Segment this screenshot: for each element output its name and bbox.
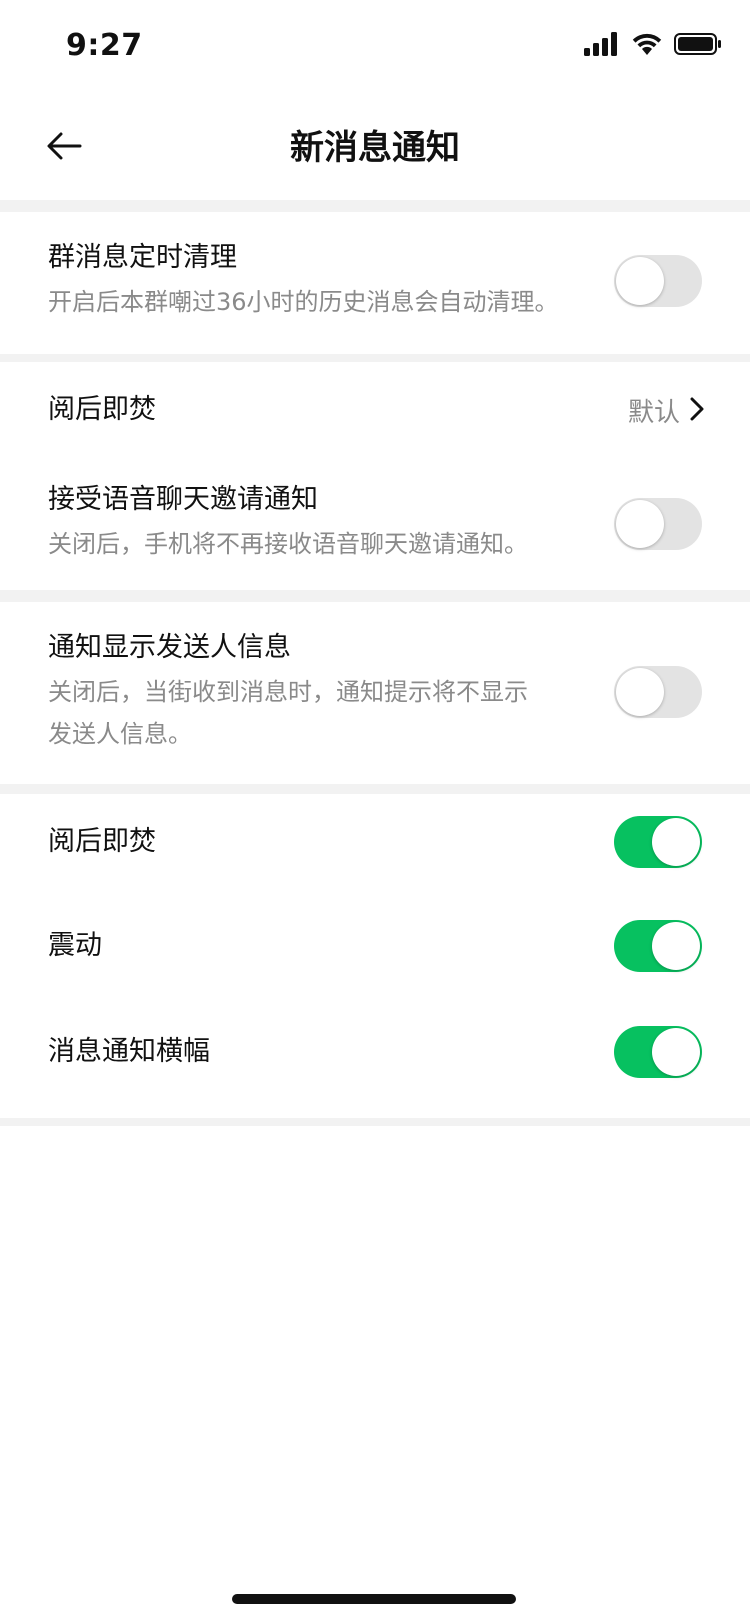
row-subtitle-line-1: 关闭后，当街收到消息时，通知提示将不显示 — [48, 678, 528, 706]
row-title: 阅后即焚 — [48, 826, 156, 857]
setting-row-group-clean: 群消息定时清理 开启后本群嘲过36小时的历史消息会自动清理。 — [0, 212, 750, 354]
row-title: 阅后即焚 — [48, 394, 156, 425]
section-divider — [0, 354, 750, 362]
notification-banner-toggle[interactable] — [614, 1026, 702, 1078]
setting-row-banner: 消息通知横幅 — [0, 1000, 750, 1118]
row-subtitle: 开启后本群嘲过36小时的历史消息会自动清理。 — [48, 288, 559, 316]
page-title: 新消息通知 — [290, 128, 460, 168]
status-icons — [584, 32, 722, 60]
battery-icon — [674, 32, 722, 60]
home-indicator[interactable] — [232, 1594, 516, 1604]
section-divider — [0, 200, 750, 212]
row-title: 通知显示发送人信息 — [48, 632, 291, 663]
row-title: 震动 — [48, 930, 102, 961]
voice-invite-toggle[interactable] — [614, 498, 702, 550]
group-clean-toggle[interactable] — [614, 255, 702, 307]
nav-bar: 新消息通知 — [0, 92, 750, 200]
status-bar: 9:27 — [0, 0, 750, 92]
setting-row-burn-after-reading[interactable]: 阅后即焚 默认 — [0, 362, 750, 458]
section-divider — [0, 590, 750, 602]
setting-row-show-sender: 通知显示发送人信息 关闭后，当街收到消息时，通知提示将不显示 发送人信息。 — [0, 602, 750, 784]
toggle-knob — [652, 818, 700, 866]
toggle-knob — [652, 922, 700, 970]
section-divider — [0, 1118, 750, 1126]
toggle-knob — [616, 668, 664, 716]
signal-icon — [584, 32, 620, 60]
setting-row-voice-invite: 接受语音聊天邀请通知 关闭后，手机将不再接收语音聊天邀请通知。 — [0, 458, 750, 590]
toggle-knob — [652, 1028, 700, 1076]
row-title: 接受语音聊天邀请通知 — [48, 484, 318, 515]
row-subtitle-line-2: 发送人信息。 — [48, 720, 192, 748]
row-value: 默认 — [627, 398, 680, 428]
burn-after-reading-value[interactable]: 默认 — [628, 392, 704, 429]
section-divider — [0, 784, 750, 794]
vibrate-toggle[interactable] — [614, 920, 702, 972]
wifi-icon — [632, 32, 662, 60]
chevron-right-icon — [690, 397, 704, 425]
setting-row-burn-toggle: 阅后即焚 — [0, 794, 750, 896]
show-sender-toggle[interactable] — [614, 666, 702, 718]
burn-after-reading-toggle[interactable] — [614, 816, 702, 868]
row-title: 消息通知横幅 — [48, 1036, 210, 1067]
toggle-knob — [616, 257, 664, 305]
status-time: 9:27 — [66, 28, 143, 63]
row-subtitle: 关闭后，手机将不再接收语音聊天邀请通知。 — [48, 530, 528, 558]
toggle-knob — [616, 500, 664, 548]
setting-row-vibrate: 震动 — [0, 896, 750, 1000]
row-title: 群消息定时清理 — [48, 242, 237, 273]
